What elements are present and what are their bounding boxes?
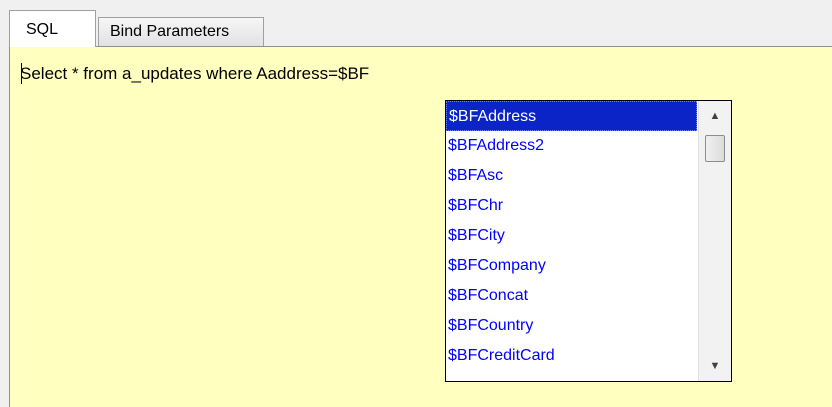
- scroll-up-arrow-icon[interactable]: ▲: [699, 101, 731, 131]
- autocomplete-item[interactable]: $BFCountry: [446, 311, 697, 341]
- text-caret: [21, 63, 22, 84]
- autocomplete-popup: $BFAddress $BFAddress2 $BFAsc $BFChr $BF…: [445, 100, 732, 382]
- sql-text: Select * from a_updates where Aaddress=$…: [20, 64, 370, 83]
- autocomplete-item[interactable]: $BFAddress: [446, 101, 697, 131]
- autocomplete-item[interactable]: $BFCity: [446, 221, 697, 251]
- tab-bind-parameters[interactable]: Bind Parameters: [98, 17, 264, 46]
- scroll-down-arrow-icon[interactable]: ▼: [699, 351, 731, 381]
- vertical-scrollbar[interactable]: ▲ ▼: [698, 101, 731, 381]
- autocomplete-item[interactable]: $BFCreditCard: [446, 341, 697, 371]
- autocomplete-item[interactable]: $BFAddress2: [446, 131, 697, 161]
- tab-sql[interactable]: SQL: [9, 10, 96, 47]
- autocomplete-item[interactable]: $BFChr: [446, 191, 697, 221]
- autocomplete-item[interactable]: $BFAsc: [446, 161, 697, 191]
- sql-editor[interactable]: Select * from a_updates where Aaddress=$…: [9, 46, 832, 407]
- autocomplete-list[interactable]: $BFAddress $BFAddress2 $BFAsc $BFChr $BF…: [446, 101, 697, 381]
- tab-strip: SQL Bind Parameters: [0, 0, 832, 47]
- scrollbar-thumb[interactable]: [705, 135, 725, 162]
- autocomplete-item[interactable]: $BFCompany: [446, 251, 697, 281]
- autocomplete-item[interactable]: $BFConcat: [446, 281, 697, 311]
